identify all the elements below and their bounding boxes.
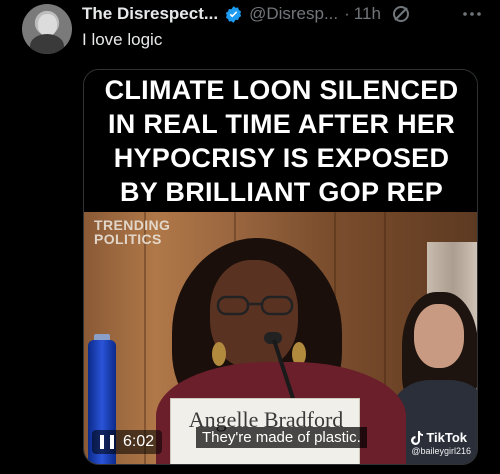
more-icon[interactable] — [462, 4, 482, 24]
author-name[interactable]: The Disrespect... — [82, 4, 218, 24]
media-video[interactable]: CLIMATE LOON SILENCED IN REAL TIME AFTER… — [83, 69, 478, 465]
video-frame[interactable]: TRENDING POLITICS Angelle Bradford 6:02 … — [84, 212, 477, 464]
trending-politics-watermark: TRENDING POLITICS — [94, 217, 171, 247]
video-timecode: 6:02 — [123, 433, 155, 450]
tiktok-user: @baileygirl216 — [411, 446, 471, 456]
author-handle[interactable]: @Disresp... — [249, 4, 338, 24]
video-caption: They're made of plastic. — [196, 427, 367, 448]
pause-icon[interactable] — [100, 435, 114, 449]
tiktok-note-icon — [411, 430, 424, 445]
verified-badge-icon — [224, 5, 243, 24]
playback-controls[interactable]: 6:02 — [92, 430, 163, 454]
post-timestamp[interactable]: 11h — [354, 4, 381, 24]
bystander — [414, 304, 464, 368]
separator-dot: · — [344, 4, 350, 23]
tiktok-watermark: TikTok @baileygirl216 — [411, 430, 471, 456]
headline-text: CLIMATE LOON SILENCED IN REAL TIME AFTER… — [104, 75, 459, 207]
glasses-icon — [216, 295, 294, 316]
post-text: I love logic — [82, 30, 163, 49]
tiktok-brand: TikTok — [426, 430, 468, 445]
post[interactable]: The Disrespect... @Disresp... · 11h I lo… — [0, 0, 500, 474]
avatar[interactable] — [22, 4, 72, 54]
grok-icon[interactable] — [391, 4, 411, 24]
video-headline: CLIMATE LOON SILENCED IN REAL TIME AFTER… — [84, 70, 477, 212]
post-header: The Disrespect... @Disresp... · 11h — [82, 3, 492, 25]
